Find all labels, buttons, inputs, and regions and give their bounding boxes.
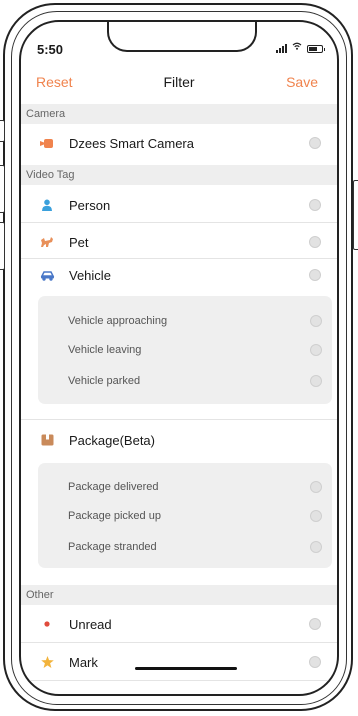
subtag-radio[interactable]	[310, 481, 322, 493]
package-label: Package(Beta)	[69, 432, 155, 448]
screen: 5:50 Reset Filter Save Camera Dzees Smar…	[19, 20, 339, 696]
subtag-label: Package stranded	[68, 541, 157, 553]
divider	[21, 419, 337, 420]
mute-switch	[0, 120, 5, 142]
subtag-radio[interactable]	[310, 510, 322, 522]
divider	[21, 680, 337, 681]
subtag-row[interactable]: Vehicle parked	[38, 367, 332, 395]
wifi-icon	[292, 42, 302, 53]
subtag-row[interactable]: Package delivered	[38, 473, 332, 501]
divider	[21, 642, 337, 643]
package-icon	[39, 432, 55, 448]
signal-icon	[276, 44, 287, 53]
pet-icon	[39, 234, 55, 250]
pet-radio[interactable]	[309, 236, 321, 248]
status-time: 5:50	[37, 42, 64, 57]
pet-label: Pet	[69, 234, 89, 250]
mark-radio[interactable]	[309, 656, 321, 668]
subtag-row[interactable]: Package stranded	[38, 533, 332, 561]
subtag-label: Vehicle parked	[68, 375, 141, 387]
subtag-label: Package delivered	[68, 481, 159, 493]
car-icon	[39, 267, 55, 283]
subtag-radio[interactable]	[310, 315, 322, 327]
tag-row-package[interactable]: Package(Beta)	[21, 423, 337, 457]
person-icon	[39, 197, 55, 213]
section-header-other: Other	[21, 585, 337, 605]
status-icons	[276, 42, 325, 53]
subtag-row[interactable]: Vehicle approaching	[38, 307, 332, 335]
camera-row[interactable]: Dzees Smart Camera	[21, 126, 337, 160]
person-radio[interactable]	[309, 199, 321, 211]
package-subtags: Package delivered Package picked up Pack…	[38, 463, 332, 568]
subtag-label: Vehicle leaving	[68, 344, 142, 356]
other-row-mark[interactable]: Mark	[21, 645, 337, 679]
tag-row-vehicle[interactable]: Vehicle	[21, 258, 337, 292]
tag-row-pet[interactable]: Pet	[21, 225, 337, 259]
volume-up-button	[0, 165, 5, 213]
volume-down-button	[0, 222, 5, 270]
subtag-row[interactable]: Package picked up	[38, 502, 332, 530]
unread-radio[interactable]	[309, 618, 321, 630]
tag-row-person[interactable]: Person	[21, 188, 337, 222]
camera-name: Dzees Smart Camera	[69, 135, 194, 151]
navigation-bar: Reset Filter Save	[21, 70, 337, 100]
home-indicator[interactable]	[135, 667, 237, 670]
star-icon	[39, 654, 55, 670]
subtag-radio[interactable]	[310, 541, 322, 553]
vehicle-radio[interactable]	[309, 269, 321, 281]
camera-radio[interactable]	[309, 137, 321, 149]
vehicle-subtags: Vehicle approaching Vehicle leaving Vehi…	[38, 296, 332, 404]
subtag-label: Package picked up	[68, 510, 161, 522]
notch	[107, 22, 257, 52]
subtag-radio[interactable]	[310, 344, 322, 356]
subtag-label: Vehicle approaching	[68, 315, 168, 327]
subtag-row[interactable]: Vehicle leaving	[38, 336, 332, 364]
camera-icon	[39, 135, 55, 151]
power-button	[353, 180, 358, 250]
battery-icon	[307, 45, 325, 53]
divider	[21, 222, 337, 223]
unread-label: Unread	[69, 616, 112, 632]
mark-label: Mark	[69, 654, 98, 670]
dot-icon	[39, 616, 55, 632]
vehicle-label: Vehicle	[69, 267, 111, 283]
subtag-radio[interactable]	[310, 375, 322, 387]
other-row-unread[interactable]: Unread	[21, 607, 337, 641]
person-label: Person	[69, 197, 111, 213]
save-button[interactable]: Save	[286, 74, 318, 90]
section-header-camera: Camera	[21, 104, 337, 124]
section-header-video-tag: Video Tag	[21, 165, 337, 185]
